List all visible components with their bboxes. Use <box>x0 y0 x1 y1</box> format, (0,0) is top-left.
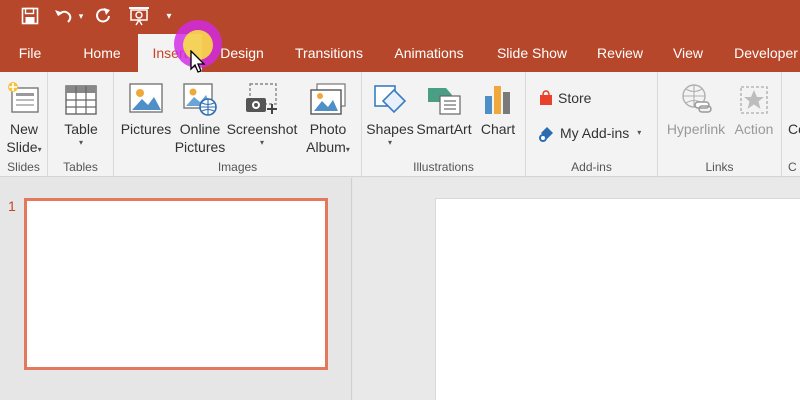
slide-thumbnail[interactable] <box>24 198 328 370</box>
group-slides: New Slide▾ Slides <box>0 72 48 177</box>
table-button[interactable]: Table ▾ <box>48 76 114 148</box>
table-label: Table <box>64 121 98 137</box>
action-label: Action <box>734 121 774 137</box>
group-label-tables: Tables <box>63 160 98 174</box>
chevron-down-icon: ▾ <box>78 138 83 147</box>
save-icon[interactable] <box>18 4 42 28</box>
ribbon-tabs: File Home Insert Design Transitions Anim… <box>0 34 800 72</box>
new-slide-label-line2: Slide▾ <box>6 138 41 156</box>
slide-editor <box>353 178 800 400</box>
group-label-illustrations: Illustrations <box>413 160 474 174</box>
action-icon <box>738 76 770 116</box>
group-links: Hyperlink Action Links <box>658 72 782 177</box>
photo-album-label-text: Album <box>306 139 346 155</box>
mouse-cursor-icon <box>190 49 206 79</box>
hyperlink-button[interactable]: Hyperlink <box>662 76 730 138</box>
hyperlink-label: Hyperlink <box>666 121 726 137</box>
chart-icon <box>482 76 514 116</box>
shapes-icon <box>372 76 408 116</box>
store-label: Store <box>558 90 592 106</box>
my-add-ins-icon <box>538 124 556 142</box>
store-icon <box>538 90 554 106</box>
my-add-ins-label: My Add-ins <box>560 125 630 141</box>
group-label-add-ins: Add-ins <box>571 160 612 174</box>
tab-review[interactable]: Review <box>590 34 650 72</box>
new-slide-button[interactable]: New Slide▾ <box>0 76 48 156</box>
online-pictures-button[interactable]: Online Pictures <box>174 76 226 156</box>
shapes-button[interactable]: Shapes ▾ <box>364 76 416 148</box>
screenshot-button[interactable]: Screenshot ▾ <box>226 76 298 148</box>
pictures-button[interactable]: Pictures <box>118 76 174 138</box>
pictures-icon <box>128 76 164 116</box>
shapes-label: Shapes <box>366 121 414 137</box>
group-label-slides: Slides <box>7 160 40 174</box>
new-slide-label-line1: New <box>9 121 38 137</box>
photo-album-label-line2: Album▾ <box>306 138 350 156</box>
tab-developer[interactable]: Developer <box>728 34 800 72</box>
smartart-icon <box>426 76 462 116</box>
chevron-down-icon: ▾ <box>345 145 350 154</box>
ribbon: New Slide▾ Slides Table ▾ Tables Picture… <box>0 72 800 177</box>
slide-number: 1 <box>8 198 16 214</box>
customize-qat-icon[interactable]: ▾ <box>162 4 176 28</box>
online-pictures-icon <box>182 76 218 116</box>
online-pictures-label-line1: Online <box>179 121 221 137</box>
chevron-down-icon: ▾ <box>259 138 264 147</box>
undo-icon[interactable] <box>52 4 76 28</box>
new-slide-icon <box>6 76 42 116</box>
store-button[interactable]: Store <box>538 87 591 109</box>
chevron-down-icon: ▾ <box>387 138 392 147</box>
pictures-label: Pictures <box>120 121 172 137</box>
redo-icon[interactable] <box>92 4 114 28</box>
chart-label: Chart <box>480 121 516 137</box>
chevron-down-icon: ▾ <box>637 128 642 137</box>
group-add-ins: Store My Add-ins ▾ Add-ins <box>526 72 658 177</box>
overflow-label: Co <box>788 121 800 137</box>
tab-view[interactable]: View <box>664 34 712 72</box>
chart-button[interactable]: Chart <box>474 76 522 138</box>
new-slide-label-text: Slide <box>6 139 38 155</box>
tab-home[interactable]: Home <box>72 34 132 72</box>
screenshot-icon <box>244 76 280 116</box>
slide-thumbnails-pane: 1 <box>0 178 352 400</box>
smartart-label: SmartArt <box>416 121 472 137</box>
smartart-button[interactable]: SmartArt <box>414 76 474 138</box>
photo-album-label-line1: Photo <box>309 121 347 137</box>
group-overflow: Co C <box>782 72 800 177</box>
chevron-down-icon: ▾ <box>37 145 42 154</box>
action-button[interactable]: Action <box>730 76 778 138</box>
present-from-start-icon[interactable] <box>126 4 152 28</box>
tab-slide-show[interactable]: Slide Show <box>488 34 576 72</box>
slide-canvas[interactable] <box>435 198 800 400</box>
group-illustrations: Shapes ▾ SmartArt Chart Illustrations <box>362 72 526 177</box>
group-label-images: Images <box>217 160 258 174</box>
screenshot-label: Screenshot <box>226 121 298 137</box>
tab-transitions[interactable]: Transitions <box>286 34 372 72</box>
group-images: Pictures Online Pictures Screenshot ▾ Ph… <box>114 72 362 177</box>
tab-file[interactable]: File <box>8 34 52 72</box>
table-icon <box>64 76 98 116</box>
group-label-overflow: C <box>788 160 797 174</box>
group-tables: Table ▾ Tables <box>48 72 114 177</box>
tab-animations[interactable]: Animations <box>384 34 474 72</box>
photo-album-icon <box>309 76 347 116</box>
undo-dropdown-icon[interactable]: ▾ <box>76 4 86 28</box>
quick-access-toolbar: ▾ ▾ <box>0 0 800 34</box>
online-pictures-label-line2: Pictures <box>174 139 226 155</box>
overflow-button[interactable]: Co <box>788 76 800 138</box>
photo-album-button[interactable]: Photo Album▾ <box>298 76 358 156</box>
my-add-ins-button[interactable]: My Add-ins ▾ <box>538 122 641 144</box>
group-label-links: Links <box>705 160 734 174</box>
hyperlink-icon <box>679 76 713 116</box>
